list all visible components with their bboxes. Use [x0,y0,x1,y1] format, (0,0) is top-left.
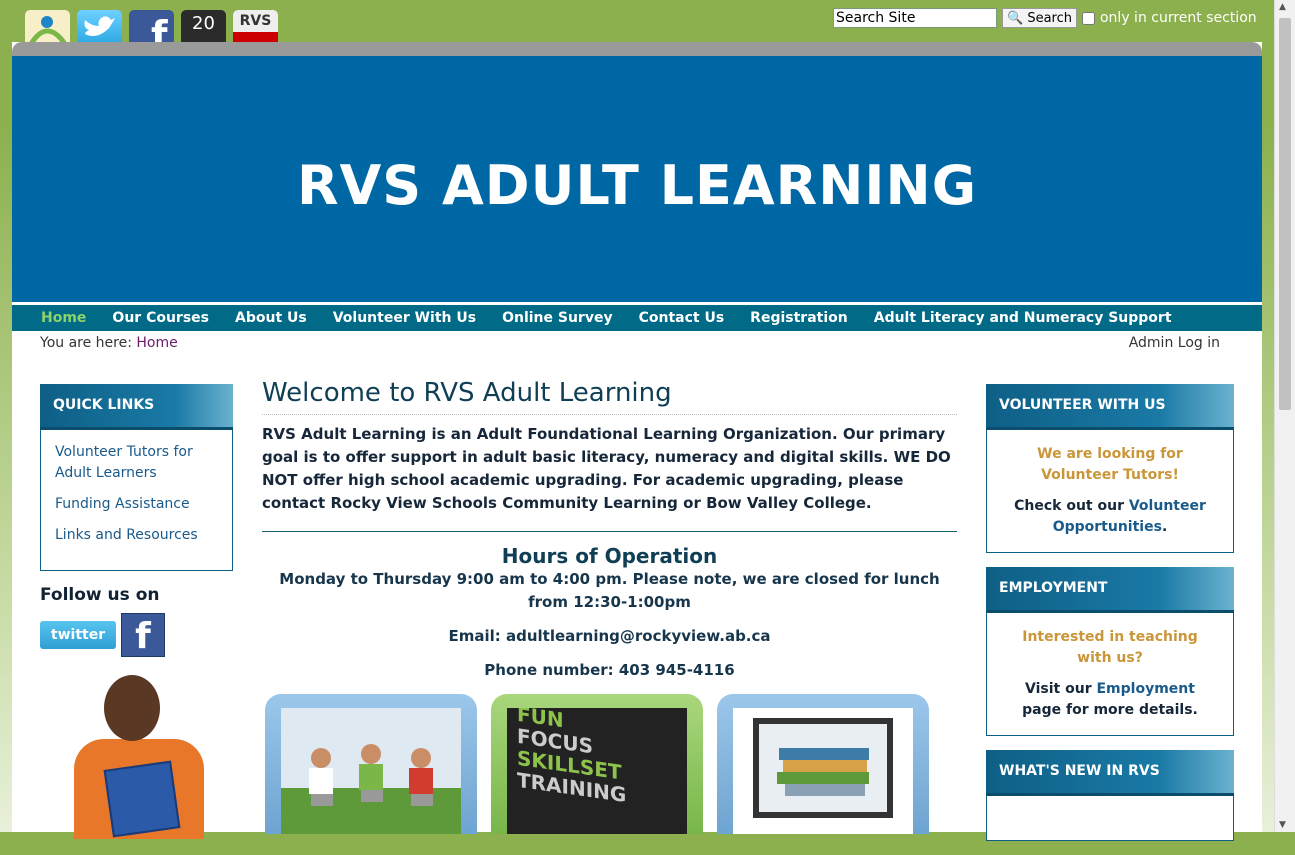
search-input[interactable] [833,8,997,28]
twitter-follow-button[interactable]: twitter [40,621,116,649]
main-nav: Home Our Courses About Us Volunteer With… [12,305,1262,331]
scroll-down-icon[interactable]: ▼ [1279,820,1286,830]
nav-registration[interactable]: Registration [737,305,861,331]
page-top-cap [12,42,1262,56]
volunteer-cta-post: . [1161,519,1168,535]
icon-tube-text: RVS [239,13,272,29]
search-button[interactable]: 🔍 Search [1002,8,1077,28]
phone-text: Phone number: 403 945-4116 [484,661,735,679]
hours-text: Monday to Thursday 9:00 am to 4:00 pm. P… [279,570,940,611]
twitter-icon[interactable] [77,10,122,46]
left-sidebar: QUICK LINKS Volunteer Tutors for Adult L… [40,384,233,839]
scrollbar[interactable]: ▲ ▼ [1274,0,1295,832]
2022-icon[interactable]: 20 [181,10,226,46]
quick-links-box: QUICK LINKS Volunteer Tutors for Adult L… [40,384,233,571]
volunteer-box: VOLUNTEER WITH US We are looking for Vol… [986,384,1234,553]
quick-links-title: QUICK LINKS [40,384,233,430]
quick-links-list: Volunteer Tutors for Adult Learners Fund… [40,430,233,571]
page-container: RVS ADULT LEARNING Home Our Courses Abou… [12,42,1262,841]
nav-online-survey[interactable]: Online Survey [489,305,626,331]
rvs-tube-icon[interactable]: RVS [233,10,278,46]
email-text: Email: adultlearning@rockyview.ab.ca [448,627,771,645]
scroll-up-icon[interactable]: ▲ [1279,2,1286,12]
whats-new-title: WHAT'S NEW IN RVS [986,750,1234,796]
photo-book-shape [103,760,181,838]
photo-head-shape [104,675,160,741]
employment-box-title: EMPLOYMENT [986,567,1234,613]
main-content: Welcome to RVS Adult Learning RVS Adult … [262,378,957,834]
employment-cta-pre: Visit our [1025,681,1097,697]
facebook-icon[interactable]: f [129,10,174,46]
quick-link-resources[interactable]: Links and Resources [55,525,218,546]
page-title: Welcome to RVS Adult Learning [262,378,957,415]
right-sidebar: VOLUNTEER WITH US We are looking for Vol… [986,384,1234,855]
students-image [281,708,461,834]
top-bar: f 20 RVS 🔍 Search only in current sectio… [0,0,1275,46]
tile-training[interactable]: FUN FOCUS SKILLSET TRAINING [491,694,703,834]
nav-home[interactable]: Home [28,305,99,331]
search-area: 🔍 Search only in current section [833,8,1257,28]
training-image: FUN FOCUS SKILLSET TRAINING [507,708,687,834]
employment-highlight: Interested in teaching with us? [1022,629,1198,666]
hours-title: Hours of Operation [501,544,718,568]
social-icons: f 20 RVS [25,10,278,46]
scrollbar-thumb[interactable] [1279,18,1291,410]
employment-cta: Visit our Employment page for more detai… [1007,679,1213,721]
nav-our-courses[interactable]: Our Courses [99,305,222,331]
intro-paragraph: RVS Adult Learning is an Adult Foundatio… [262,423,957,532]
icon-20-text: 20 [192,13,215,34]
volunteer-box-title: VOLUNTEER WITH US [986,384,1234,430]
whats-new-body [986,796,1234,841]
facebook-follow-button[interactable]: f [121,613,165,657]
breadcrumb-prefix: You are here: [40,335,132,351]
volunteer-cta: Check out our Volunteer Opportunities. [1007,496,1213,538]
follow-icons: twitter f [40,613,233,657]
nav-about-us[interactable]: About Us [222,305,320,331]
banner-title: RVS ADULT LEARNING [296,154,978,217]
employment-box-body: Interested in teaching with us? Visit ou… [986,613,1234,736]
nav-literacy-support[interactable]: Adult Literacy and Numeracy Support [861,305,1185,331]
rvs-logo-icon[interactable] [25,10,70,46]
tile-students[interactable] [265,694,477,834]
breadcrumb: You are here: Home [40,335,178,351]
feature-tiles: FUN FOCUS SKILLSET TRAINING [262,694,957,834]
laptop-books-image [733,708,913,834]
nav-volunteer[interactable]: Volunteer With Us [320,305,489,331]
follow-us-heading: Follow us on [40,585,160,605]
banner: RVS ADULT LEARNING [12,56,1262,302]
whats-new-box: WHAT'S NEW IN RVS [986,750,1234,841]
employment-cta-post: page for more details. [1022,702,1198,718]
tile-digital[interactable] [717,694,929,834]
admin-login-link[interactable]: Admin Log in [1129,335,1220,351]
volunteer-highlight: We are looking for Volunteer Tutors! [1037,446,1183,483]
quick-link-volunteer-tutors[interactable]: Volunteer Tutors for Adult Learners [55,442,218,484]
current-section-label: only in current section [1099,10,1257,26]
volunteer-box-body: We are looking for Volunteer Tutors! Che… [986,430,1234,553]
employment-box: EMPLOYMENT Interested in teaching with u… [986,567,1234,736]
breadcrumb-home-link[interactable]: Home [136,335,177,351]
employment-link[interactable]: Employment [1096,681,1194,697]
nav-contact-us[interactable]: Contact Us [626,305,738,331]
student-photo [64,669,208,839]
quick-link-funding[interactable]: Funding Assistance [55,494,218,515]
current-section-checkbox[interactable] [1081,11,1095,25]
volunteer-cta-pre: Check out our [1014,498,1129,514]
